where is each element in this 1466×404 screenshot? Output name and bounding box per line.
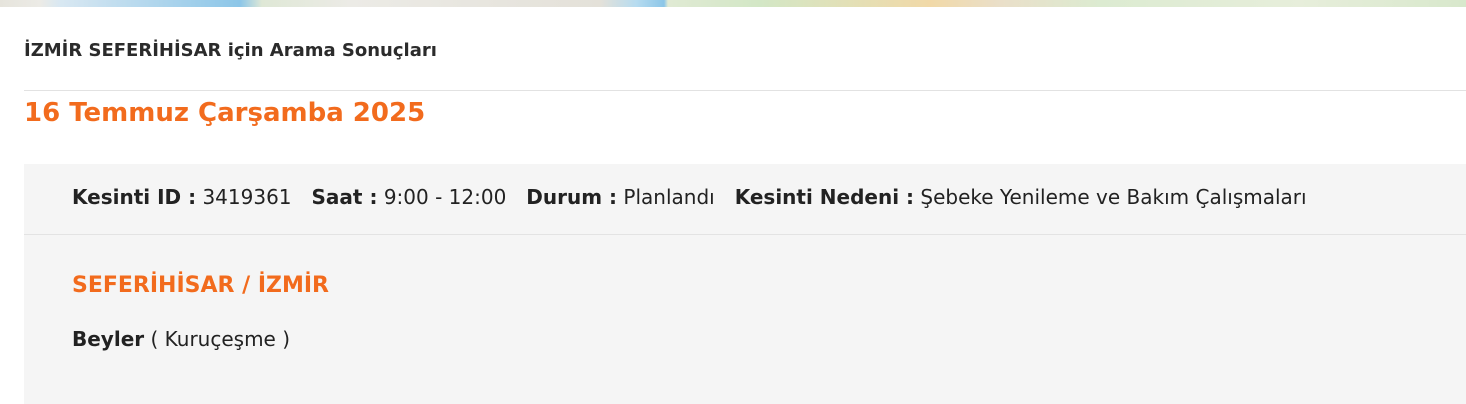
search-results: İZMİR SEFERİHİSAR için Arama Sonuçları 1… xyxy=(24,7,1466,404)
district-name: Beyler xyxy=(72,327,145,351)
outage-time-label: Saat : xyxy=(311,185,378,209)
results-heading: İZMİR SEFERİHİSAR için Arama Sonuçları xyxy=(24,7,1466,91)
outage-reason: Kesinti Nedeni : Şebeke Yenileme ve Bakı… xyxy=(735,185,1307,209)
date-title: 16 Temmuz Çarşamba 2025 xyxy=(24,98,426,128)
results-suffix: için Arama Sonuçları xyxy=(227,40,437,61)
outage-status-value: Planlandı xyxy=(623,185,715,209)
results-city: İZMİR SEFERİHİSAR xyxy=(24,40,222,61)
outage-reason-label: Kesinti Nedeni : xyxy=(734,185,915,209)
affected-area: Beyler ( Kuruçeşme ) xyxy=(24,299,1466,351)
outage-info-row: Kesinti ID : 3419361 Saat : 9:00 - 12:00 D… xyxy=(24,164,1466,235)
map-background-strip xyxy=(0,0,1466,7)
outage-id: Kesinti ID : 3419361 xyxy=(72,185,292,209)
outage-id-value: 3419361 xyxy=(202,185,292,209)
outage-reason-value: Şebeke Yenileme ve Bakım Çalışmaları xyxy=(920,185,1307,209)
location-title: SEFERİHİSAR / İZMİR xyxy=(72,273,329,298)
outage-card: Kesinti ID : 3419361 Saat : 9:00 - 12:00 D… xyxy=(24,164,1466,404)
outage-time: Saat : 9:00 - 12:00 xyxy=(312,185,507,209)
outage-status: Durum : Planlandı xyxy=(526,185,714,209)
outage-time-value: 9:00 - 12:00 xyxy=(383,185,507,209)
outage-status-label: Durum : xyxy=(526,185,618,209)
neighborhood-name: ( Kuruçeşme ) xyxy=(150,327,291,351)
outage-id-label: Kesinti ID : xyxy=(72,185,197,209)
